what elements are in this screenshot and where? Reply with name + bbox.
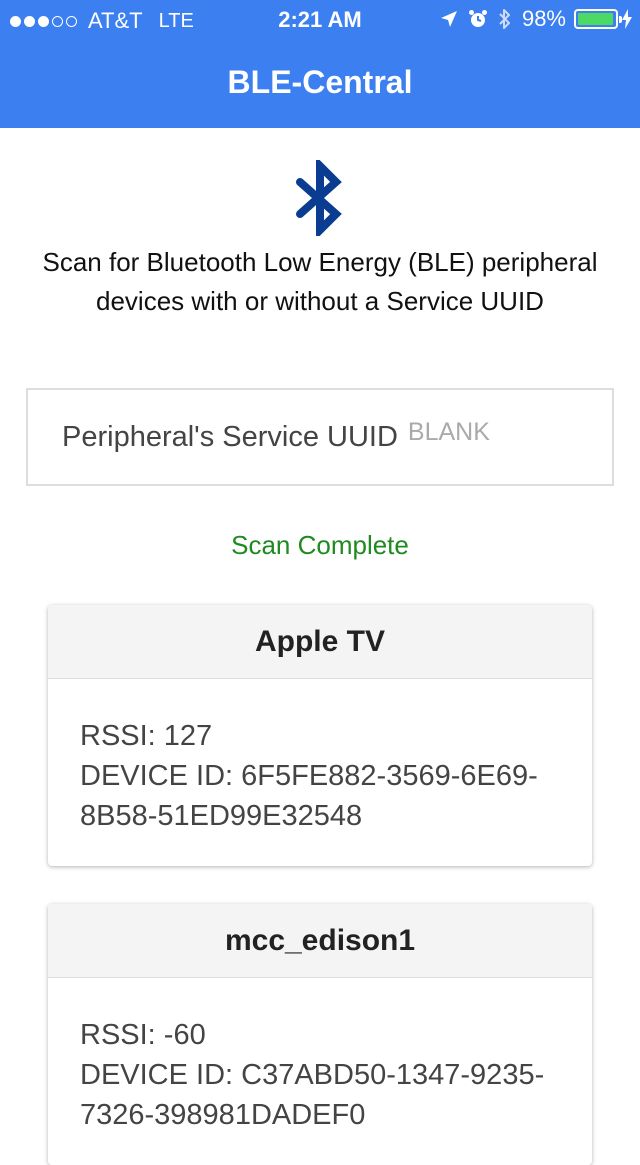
device-rssi: RSSI: 127 xyxy=(80,720,213,752)
location-arrow-icon xyxy=(440,10,458,28)
device-details: RSSI: -60 DEVICE ID: C37ABD50-1347-9235-… xyxy=(48,978,592,1165)
battery-cap xyxy=(619,16,622,23)
device-card[interactable]: mcc_edison1 RSSI: -60 DEVICE ID: C37ABD5… xyxy=(48,904,592,1165)
device-rssi: RSSI: -60 xyxy=(80,1019,206,1051)
device-name: mcc_edison1 xyxy=(48,904,592,978)
service-uuid-field[interactable]: Peripheral's Service UUID xyxy=(26,388,614,486)
page-title: BLE-Central xyxy=(227,64,413,100)
app-header: AT&T LTE 2:21 AM 98% BLE-Central xyxy=(0,0,640,128)
service-uuid-input[interactable] xyxy=(407,417,568,447)
scan-status: Scan Complete xyxy=(231,530,409,560)
charging-bolt-icon xyxy=(622,9,632,29)
scan-description: Scan for Bluetooth Low Energy (BLE) peri… xyxy=(42,247,598,316)
service-uuid-label: Peripheral's Service UUID xyxy=(62,420,398,453)
battery-percent: 98% xyxy=(521,6,566,31)
alarm-clock-icon xyxy=(468,9,488,29)
bluetooth-icon xyxy=(296,160,342,236)
device-id: DEVICE ID: C37ABD50-1347-9235-7326-39898… xyxy=(80,1059,545,1131)
status-right: 98% xyxy=(430,6,632,32)
device-id: DEVICE ID: 6F5FE882-3569-6E69-8B58-51ED9… xyxy=(80,760,538,832)
battery-icon xyxy=(574,9,622,29)
status-bar: AT&T LTE 2:21 AM 98% xyxy=(0,0,640,40)
battery-level xyxy=(578,13,614,25)
device-card[interactable]: Apple TV RSSI: 127 DEVICE ID: 6F5FE882-3… xyxy=(48,605,592,866)
device-name: Apple TV xyxy=(48,605,592,679)
bluetooth-icon xyxy=(498,8,512,30)
device-details: RSSI: 127 DEVICE ID: 6F5FE882-3569-6E69-… xyxy=(48,679,592,866)
